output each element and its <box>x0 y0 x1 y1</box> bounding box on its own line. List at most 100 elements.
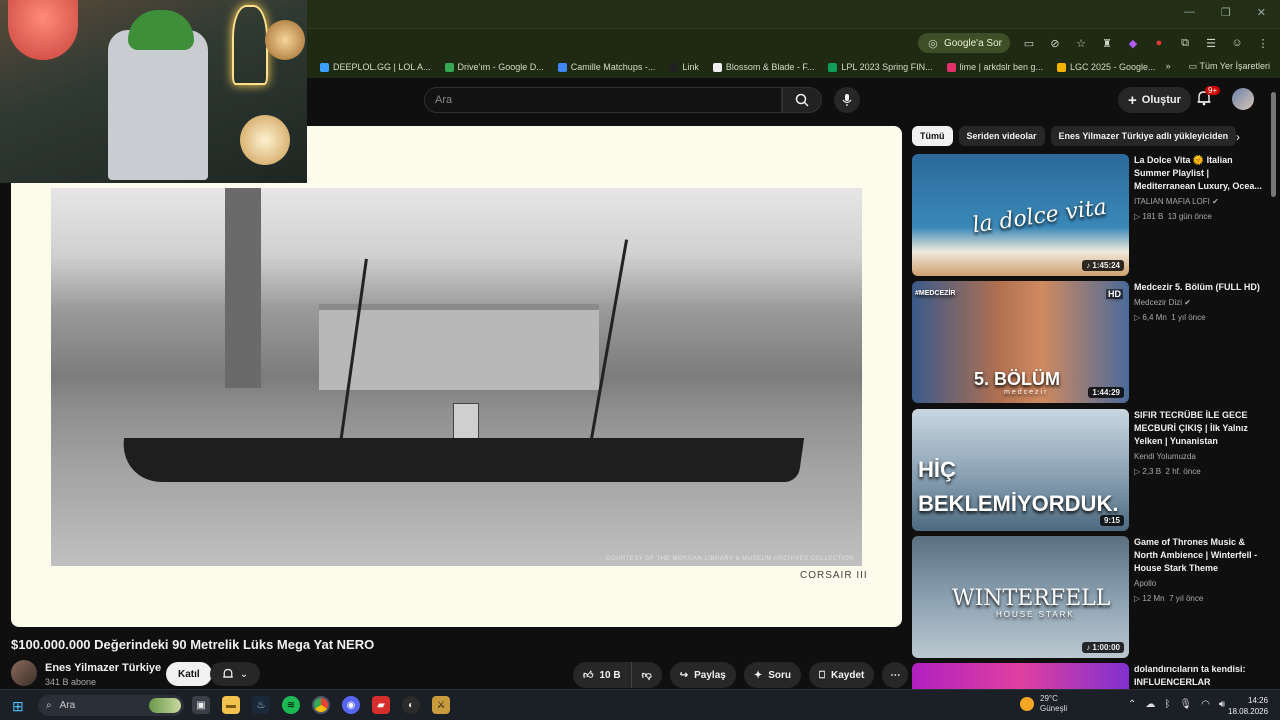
bookmark-item[interactable]: DEEPLOL.GG | LOL A... <box>320 62 431 72</box>
recommendation-title[interactable]: dolandırıcıların ta kendisi: INFLUENCERL… <box>1134 663 1264 689</box>
taskbar-search[interactable]: ⌕ Ara <box>38 695 184 716</box>
close-icon[interactable]: ✕ <box>1257 6 1266 19</box>
video-thumbnail[interactable]: HİÇ BEKLEMİYORDUK. 9:15 <box>912 409 1129 531</box>
recommendation-item[interactable]: WINTERFELL HOUSE STARK ♪ 1:00:00 Game of… <box>912 536 1268 658</box>
chevron-up-icon[interactable]: ⌃ <box>1128 699 1136 710</box>
channel-name[interactable]: Enes Yilmazer Türkiye <box>45 662 161 674</box>
sun-icon <box>1020 697 1034 711</box>
clock[interactable]: 14:26 18.08.2026 <box>1228 695 1268 717</box>
task-view-icon[interactable]: ▣ <box>192 696 210 714</box>
search-highlight-image <box>149 698 181 713</box>
chevron-down-icon: ⌄ <box>239 668 249 680</box>
video-thumbnail[interactable]: WINTERFELL HOUSE STARK ♪ 1:00:00 <box>912 536 1129 658</box>
recommendation-channel[interactable]: ITALIAN MAFIA LOFI ✔ <box>1134 195 1264 208</box>
channel-label: Medcezir Dizi <box>1134 298 1183 307</box>
file-explorer-icon[interactable]: ▬ <box>222 696 240 714</box>
microphone-icon[interactable]: 🎙︎ <box>1179 699 1192 710</box>
steam-icon[interactable]: ♨ <box>252 696 270 714</box>
app-icon-lol[interactable]: ⚔ <box>432 696 450 714</box>
channel-avatar[interactable] <box>11 660 37 686</box>
view-count: 6,4 Mn <box>1142 313 1167 322</box>
recommendation-item[interactable]: HİÇ BEKLEMİYORDUK. 9:15 SIFIR TECRÜBE İL… <box>912 409 1268 531</box>
join-button[interactable]: Katıl <box>166 662 212 686</box>
lens-icon: ◎ <box>928 37 938 50</box>
bookmark-item[interactable]: Link <box>669 62 699 72</box>
recommendation-title[interactable]: Medcezir 5. Bölüm (FULL HD) <box>1134 281 1264 294</box>
chevron-right-icon[interactable]: › <box>1236 130 1240 144</box>
recommendation-title[interactable]: La Dolce Vita 🌞 Italian Summer Playlist … <box>1134 154 1264 193</box>
volume-icon[interactable]: 🔊︎ <box>1219 699 1225 710</box>
bookmark-label: Blossom & Blade - F... <box>725 62 815 72</box>
windows-start-icon[interactable]: ⊞ <box>12 698 24 715</box>
app-icon-red[interactable]: ▰ <box>372 696 390 714</box>
duration-badge: 9:15 <box>1099 515 1124 526</box>
bluetooth-icon[interactable]: ᛒ <box>1164 699 1170 710</box>
chrome-icon[interactable] <box>312 696 330 714</box>
bookmark-item[interactable]: LGC 2025 - Google... <box>1056 62 1156 72</box>
wifi-icon[interactable]: ◠ <box>1201 699 1210 710</box>
ask-button[interactable]: ✦ Soru <box>743 662 801 688</box>
reading-list-icon[interactable]: ☰ <box>1204 36 1218 50</box>
bookmark-favicon-icon <box>828 62 838 72</box>
create-button[interactable]: + Oluştur <box>1118 87 1191 113</box>
bookmark-label: LGC 2025 - Google... <box>1069 62 1156 72</box>
menu-icon[interactable]: ⋮ <box>1256 36 1270 50</box>
upload-age: 2 hf. önce <box>1165 467 1201 476</box>
search-input[interactable]: Ara <box>424 87 782 113</box>
restore-icon[interactable]: ❐ <box>1221 6 1231 19</box>
extension-icon-1[interactable]: ♜ <box>1100 36 1114 50</box>
sparkle-icon: ✦ <box>753 669 763 681</box>
page-scrollbar[interactable] <box>1271 92 1276 197</box>
video-player[interactable]: COURTESY OF THE MORGAN LIBRARY & MUSEUM … <box>11 126 902 627</box>
recommendation-item[interactable]: la dolce vita ♪ 1:45:24 La Dolce Vita 🌞 … <box>912 154 1268 276</box>
discord-icon[interactable]: ◉ <box>342 696 360 714</box>
obs-icon[interactable]: ◐ <box>402 696 420 714</box>
video-thumbnail[interactable]: #MEDCEZİR HD 5. BÖLÜM medcezir 1:44:29 <box>912 281 1129 403</box>
bookmark-item[interactable]: lime | arkdslr ben g... <box>946 62 1043 72</box>
save-button[interactable]: ⎕ Kaydet <box>809 662 875 688</box>
google-sor-button[interactable]: ◎ Google'a Sor <box>917 33 1010 53</box>
subscription-bell-button[interactable]: ⌄ <box>210 662 260 686</box>
bookmark-item[interactable]: LPL 2023 Spring FIN... <box>828 62 933 72</box>
bookmark-item[interactable]: Blossom & Blade - F... <box>712 62 815 72</box>
bookmark-item[interactable]: Camille Matchups -... <box>557 62 655 72</box>
more-actions-button[interactable]: ⋯ <box>882 662 909 688</box>
chip-series[interactable]: Seriden videolar <box>958 126 1045 146</box>
dislike-button[interactable]: 👎︎ <box>630 662 662 688</box>
cast-icon[interactable]: ▭ <box>1022 36 1036 50</box>
extension-icon-3[interactable]: ● <box>1152 36 1166 50</box>
recommendation-title[interactable]: Game of Thrones Music & North Ambience |… <box>1134 536 1264 575</box>
eye-off-icon[interactable]: ⊘ <box>1048 36 1062 50</box>
recommendation-item[interactable]: dolandırıcıların ta kendisi: INFLUENCERL… <box>912 663 1268 689</box>
all-bookmarks[interactable]: ▭ Tüm Yer İşaretleri <box>1189 61 1270 72</box>
recommendation-item[interactable]: #MEDCEZİR HD 5. BÖLÜM medcezir 1:44:29 M… <box>912 281 1268 403</box>
minimize-icon[interactable]: — <box>1184 6 1195 19</box>
spotify-icon[interactable]: ≋ <box>282 696 300 714</box>
chip-uploader[interactable]: Enes Yilmazer Türkiye adlı yükleyiciden <box>1050 126 1237 146</box>
recommendation-channel[interactable]: Kendi Yolumuzda <box>1134 450 1264 463</box>
share-button[interactable]: ↪ Paylaş <box>669 662 736 688</box>
extension-icon-2[interactable]: ◆ <box>1126 36 1140 50</box>
more-bookmarks-icon[interactable]: » <box>1166 61 1171 72</box>
duration-text: 1:45:24 <box>1092 261 1120 270</box>
bookmark-favicon-icon <box>946 62 956 72</box>
network-app-icon[interactable]: ☁ <box>1145 699 1155 710</box>
recommendation-channel[interactable]: Medcezir Dizi ✔ <box>1134 296 1264 309</box>
video-actions: 👍︎ 10 B 👎︎ ↪ Paylaş ✦ Soru ⎕ Kaydet ⋯ <box>573 662 909 688</box>
profile-icon[interactable]: ☺ <box>1230 36 1244 50</box>
like-button[interactable]: 👍︎ 10 B <box>573 662 631 688</box>
chip-all[interactable]: Tümü <box>912 126 953 146</box>
weather-widget[interactable]: 29°C Güneşli <box>1020 694 1067 714</box>
video-thumbnail[interactable] <box>912 663 1129 689</box>
search-button[interactable] <box>782 87 822 113</box>
recommendation-title[interactable]: SIFIR TECRÜBE İLE GECE MECBURİ ÇIKIŞ | İ… <box>1134 409 1264 448</box>
recommendation-meta: ▷ 181 B 13 gün önce <box>1134 212 1212 221</box>
video-thumbnail[interactable]: la dolce vita ♪ 1:45:24 <box>912 154 1129 276</box>
account-avatar[interactable] <box>1232 88 1254 110</box>
puzzle-icon[interactable]: ⧉ <box>1178 36 1192 50</box>
recommendation-channel[interactable]: Apollo <box>1134 577 1264 590</box>
notifications-button[interactable]: 9+ <box>1196 86 1221 106</box>
star-icon[interactable]: ☆ <box>1074 36 1088 50</box>
bookmark-item[interactable]: Drive'ım - Google D... <box>444 62 544 72</box>
voice-search-button[interactable] <box>834 87 860 113</box>
